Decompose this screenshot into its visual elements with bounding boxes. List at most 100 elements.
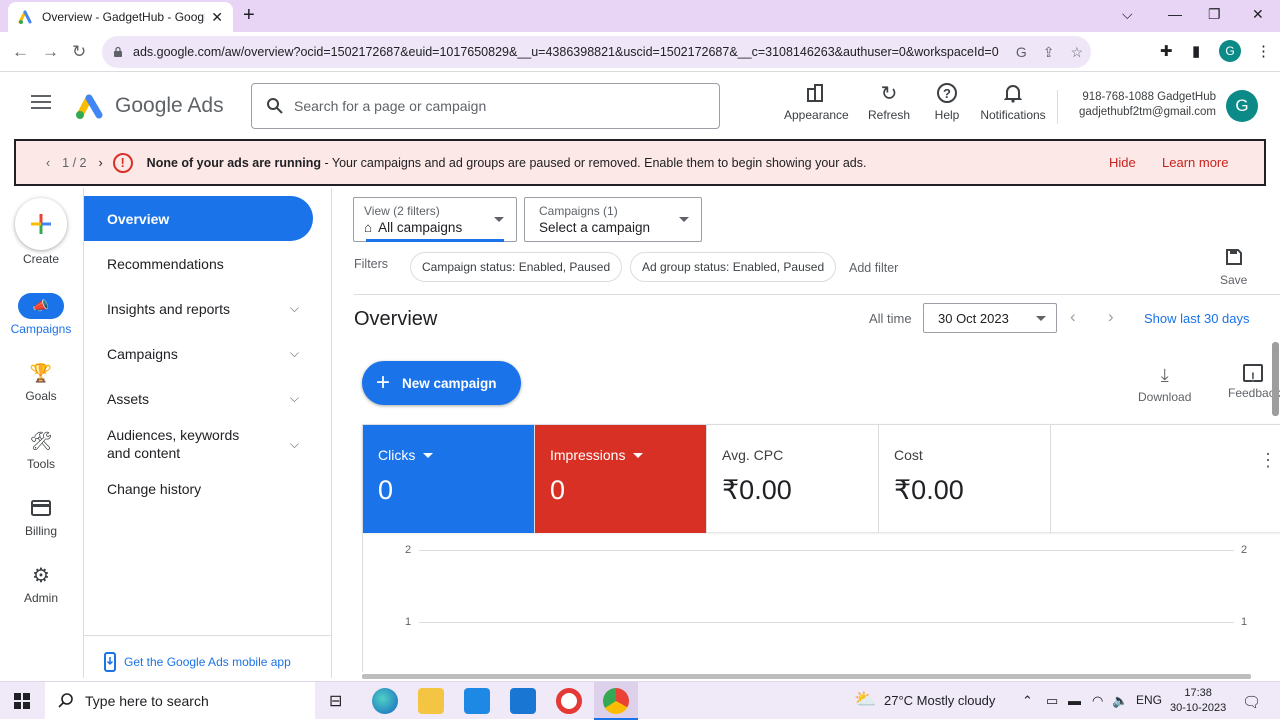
account-avatar[interactable]: G — [1226, 90, 1258, 122]
system-clock[interactable]: 17:38 30-10-2023 — [1170, 686, 1226, 716]
horizontal-scrollbar[interactable] — [362, 674, 1251, 679]
banner-prev-icon[interactable]: ‹ — [46, 156, 50, 170]
home-icon: ⌂ — [364, 220, 373, 235]
rail-billing-label: Billing — [24, 524, 57, 538]
nav-item-recommendations[interactable]: Recommendations — [84, 241, 313, 286]
show-last-30-days-link[interactable]: Show last 30 days — [1144, 311, 1250, 326]
opera-icon[interactable] — [556, 688, 582, 714]
rail-item-billing[interactable]: Billing — [0, 495, 82, 538]
metric-label: Cost — [894, 447, 923, 463]
close-window-icon[interactable]: ✕ — [1252, 6, 1264, 23]
date-range-label: All time — [869, 311, 912, 326]
filter-chip-campaign-status[interactable]: Campaign status: Enabled, Paused — [410, 252, 623, 282]
chevron-down-icon: ⌵ — [289, 301, 299, 315]
weather-text[interactable]: 27°C Mostly cloudy — [884, 693, 995, 708]
restore-icon[interactable]: ❐ — [1208, 6, 1221, 23]
bookmark-star-icon[interactable]: ☆ — [1070, 44, 1083, 61]
metric-card-clicks[interactable]: Clicks 0 — [363, 425, 535, 533]
learn-more-link[interactable]: Learn more — [1162, 155, 1228, 170]
back-icon[interactable]: ← — [12, 42, 29, 62]
campaign-select-label: Campaigns (1) — [539, 204, 618, 218]
share-icon[interactable]: ⇪ — [1043, 44, 1055, 61]
browser-profile-avatar[interactable]: G — [1219, 40, 1241, 62]
date-next-icon[interactable]: › — [1108, 307, 1114, 327]
meet-icon[interactable]: ▭ — [1046, 693, 1058, 709]
battery-icon[interactable]: ▬ — [1068, 693, 1081, 708]
rail-item-admin[interactable]: ⚙ Admin — [0, 562, 82, 606]
volume-icon[interactable]: 🔈 — [1112, 693, 1128, 709]
taskbar-search-placeholder: Type here to search — [85, 693, 209, 709]
date-picker[interactable]: 30 Oct 2023 — [923, 303, 1057, 333]
refresh-button[interactable]: ↻ Refresh — [866, 82, 912, 123]
close-tab-icon[interactable]: ✕ — [211, 9, 223, 26]
new-tab-icon[interactable]: + — [243, 4, 255, 27]
minimize-icon[interactable]: — — [1168, 6, 1182, 22]
download-button[interactable]: ⤓ Download — [1138, 364, 1191, 404]
windows-taskbar: Type here to search ⊟ ⛅ 27°C Mostly clou… — [0, 681, 1280, 720]
date-prev-icon[interactable]: ‹ — [1070, 307, 1076, 327]
mail-icon[interactable] — [510, 688, 536, 714]
campaign-select[interactable]: Campaigns (1) Select a campaign — [524, 197, 702, 242]
browser-menu-icon[interactable]: ⋮ — [1256, 42, 1271, 60]
chevron-down-icon: ⌵ — [289, 346, 299, 360]
reload-icon[interactable]: ↻ — [72, 42, 86, 62]
edge-icon[interactable] — [372, 688, 398, 714]
metric-card-avg-cpc[interactable]: Avg. CPC ₹0.00 — [707, 425, 879, 533]
task-view-icon[interactable]: ⊟ — [329, 691, 342, 711]
rail-item-campaigns[interactable]: 📣 Campaigns — [0, 293, 82, 336]
nav-item-insights-and-reports[interactable]: Insights and reports ⌵ — [84, 286, 313, 331]
taskbar-search[interactable]: Type here to search — [45, 682, 315, 720]
file-explorer-icon[interactable] — [418, 688, 444, 714]
google-ads-logo[interactable]: Google Ads — [75, 92, 224, 120]
notification-center-icon[interactable]: 🗨 — [1242, 693, 1261, 711]
tab-search-chevron-icon[interactable]: ⌵ — [1122, 6, 1133, 23]
windows-start-icon[interactable] — [14, 693, 30, 709]
plus-icon: + — [376, 369, 391, 396]
side-panel-icon[interactable]: ▮ — [1192, 42, 1200, 60]
notifications-button[interactable]: Notifications — [978, 82, 1048, 122]
y-tick-right: 1 — [1241, 616, 1248, 628]
add-filter-button[interactable]: Add filter — [849, 261, 898, 275]
nav-item-assets[interactable]: Assets ⌵ — [84, 376, 313, 421]
create-button[interactable] — [15, 198, 67, 250]
wifi-icon[interactable]: ◠ — [1092, 693, 1103, 709]
show-hidden-icons-icon[interactable]: ⌃ — [1022, 693, 1033, 709]
filter-chip-ad-group-status[interactable]: Ad group status: Enabled, Paused — [630, 252, 837, 282]
metric-card-impressions[interactable]: Impressions 0 — [535, 425, 707, 533]
appearance-button[interactable]: Appearance — [784, 82, 849, 122]
main-content: View (2 filters) ⌂ All campaigns Campaign… — [331, 188, 1280, 679]
save-icon — [1225, 249, 1242, 265]
forward-icon[interactable]: → — [42, 42, 59, 62]
chrome-taskbar-button[interactable] — [594, 682, 638, 720]
language-indicator[interactable]: ENG — [1136, 693, 1162, 707]
google-lens-icon[interactable]: G — [1016, 44, 1027, 60]
account-info[interactable]: 918-768-1088 GadgetHub gadjethubf2tm@gma… — [1066, 90, 1216, 120]
hamburger-menu-icon[interactable] — [31, 95, 51, 109]
more-options-icon[interactable]: ⋮ — [1259, 451, 1277, 469]
view-filter-select[interactable]: View (2 filters) ⌂ All campaigns — [353, 197, 517, 242]
save-button[interactable]: Save — [1220, 248, 1247, 287]
search-input[interactable]: Search for a page or campaign — [251, 83, 720, 129]
nav-item-campaigns[interactable]: Campaigns ⌵ — [84, 331, 313, 376]
mobile-app-link[interactable]: Get the Google Ads mobile app — [84, 635, 331, 672]
extensions-puzzle-icon[interactable]: ✚ — [1160, 42, 1173, 60]
metric-card-cost[interactable]: Cost ₹0.00 — [879, 425, 1051, 533]
nav-item-audiences[interactable]: Audiences, keywords and content ⌵ — [84, 421, 313, 467]
banner-next-icon[interactable]: › — [99, 156, 103, 170]
vertical-scrollbar[interactable] — [1272, 342, 1279, 416]
metric-value: 0 — [550, 475, 566, 505]
hide-link[interactable]: Hide — [1109, 155, 1136, 170]
nav-item-change-history[interactable]: Change history — [84, 466, 313, 511]
help-button[interactable]: ? Help — [932, 82, 962, 122]
appearance-icon — [807, 84, 823, 102]
metric-label: Clicks — [378, 447, 416, 463]
microsoft-store-icon[interactable] — [464, 688, 490, 714]
address-bar[interactable]: ads.google.com/aw/overview?ocid=15021726… — [102, 36, 1091, 68]
new-campaign-button[interactable]: + New campaign — [362, 361, 521, 405]
browser-tab[interactable]: Overview - GadgetHub - Google ✕ — [8, 2, 233, 32]
nav-label: Overview — [107, 210, 170, 227]
rail-item-goals[interactable]: 🏆 Goals — [0, 360, 82, 404]
account-name: 918-768-1088 GadgetHub — [1082, 91, 1216, 103]
nav-item-overview[interactable]: Overview — [84, 196, 313, 241]
rail-item-tools[interactable]: 🛠 Tools — [0, 428, 82, 472]
